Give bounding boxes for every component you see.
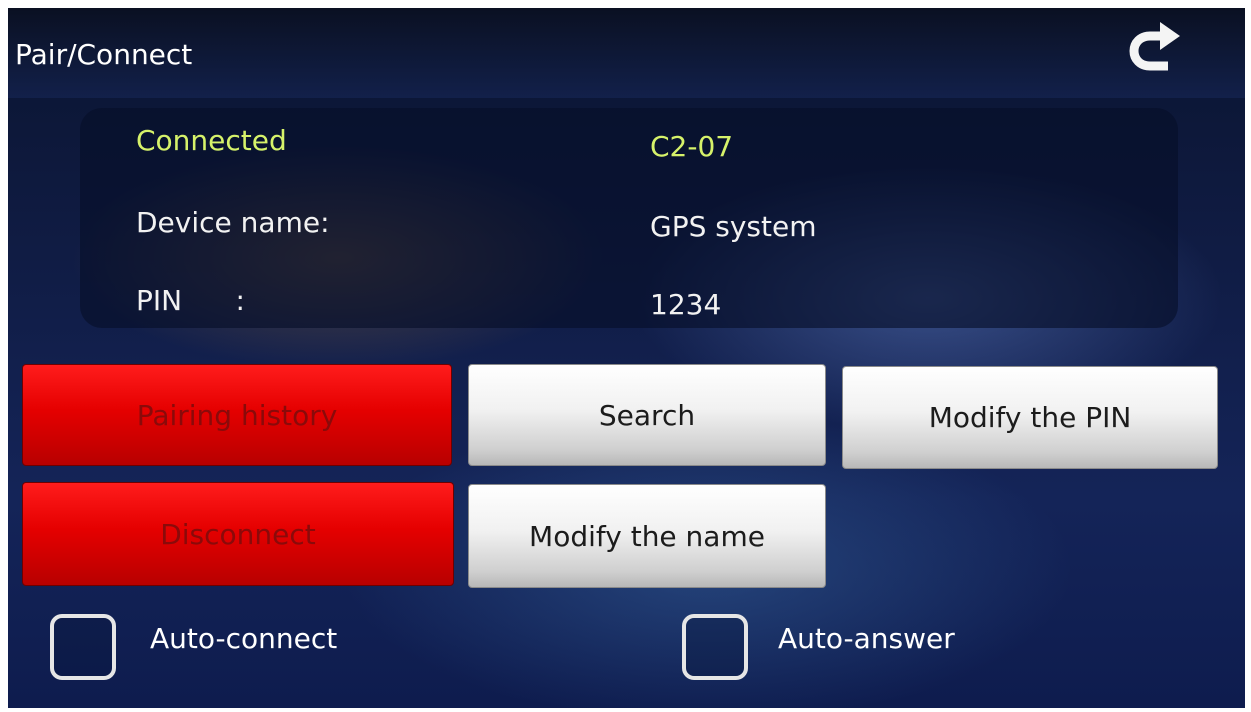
- device-name-label: Device name:: [136, 206, 330, 239]
- pair-connect-screen: Pair/Connect Connected C2-07 Device name…: [8, 8, 1245, 708]
- search-label: Search: [598, 398, 696, 432]
- connection-status-label: Connected: [136, 124, 287, 157]
- auto-connect-label: Auto-connect: [150, 622, 338, 655]
- modify-pin-label: Modify the PIN: [928, 401, 1132, 434]
- modify-name-label: Modify the name: [529, 519, 765, 553]
- modify-name-button[interactable]: Modify the name: [468, 484, 826, 588]
- pin-label: PIN :: [136, 284, 245, 317]
- connected-device-id: C2-07: [650, 130, 734, 163]
- back-button[interactable]: [1120, 16, 1184, 76]
- pin-value: 1234: [650, 288, 722, 321]
- page-title: Pair/Connect: [15, 38, 193, 71]
- device-info-panel: Connected C2-07 Device name: GPS system …: [80, 108, 1178, 328]
- auto-answer-checkbox[interactable]: [682, 614, 748, 680]
- device-name-value: GPS system: [650, 210, 817, 243]
- modify-pin-button[interactable]: Modify the PIN: [842, 366, 1218, 469]
- pairing-history-button[interactable]: Pairing history: [22, 364, 452, 466]
- disconnect-label: Disconnect: [160, 517, 316, 551]
- title-bar: Pair/Connect: [8, 8, 1245, 98]
- auto-connect-checkbox[interactable]: [50, 614, 116, 680]
- return-arrow-icon: [1129, 22, 1180, 71]
- auto-answer-label: Auto-answer: [778, 622, 955, 655]
- disconnect-button[interactable]: Disconnect: [22, 482, 454, 586]
- search-button[interactable]: Search: [468, 364, 826, 466]
- pairing-history-label: Pairing history: [136, 398, 338, 432]
